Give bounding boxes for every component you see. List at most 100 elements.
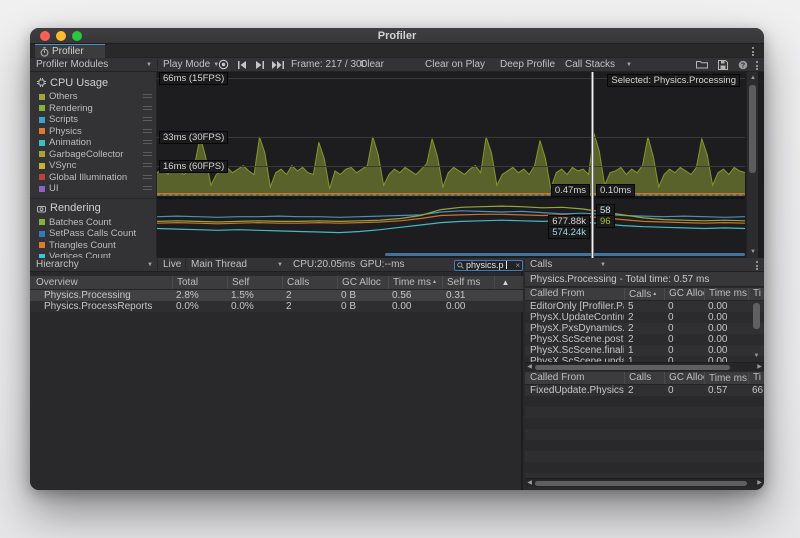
table-row[interactable]: Physics.ProcessReports 0.0% 0.0% 2 0 B 0… (30, 301, 523, 312)
deep-profile-toggle[interactable]: Deep Profile (500, 58, 555, 71)
col-total[interactable]: Total (172, 276, 227, 289)
tab-profiler[interactable]: Profiler (35, 44, 105, 58)
legend-item-global-illumination[interactable]: Global Illumination (30, 172, 156, 184)
scroll-left-icon[interactable]: ◀ (525, 479, 534, 487)
col-gc-alloc[interactable]: GC Alloc (664, 372, 704, 384)
module-rendering-header[interactable]: Rendering (30, 200, 156, 217)
help-button[interactable]: ? (738, 58, 748, 71)
legend-item-physics[interactable]: Physics (30, 126, 156, 138)
table-row[interactable]: FixedUpdate.PhysicsFixec 2 0 0.57 66 (525, 385, 764, 396)
drag-handle-icon[interactable] (143, 117, 152, 123)
col-time-pct[interactable]: Ti (748, 372, 764, 384)
drag-handle-icon[interactable] (143, 163, 152, 169)
hierarchy-table-header[interactable]: Overview Total Self Calls GC Alloc Time … (30, 276, 523, 290)
col-time-ms[interactable]: Time ms▴ (388, 276, 442, 289)
toolbar-menu-icon[interactable] (756, 61, 758, 70)
col-overview[interactable]: Overview (30, 276, 172, 289)
col-time-ms[interactable]: Time ms (704, 288, 748, 300)
selected-frame-line[interactable] (591, 72, 594, 258)
drag-handle-icon[interactable] (143, 140, 152, 146)
table-row[interactable]: PhysX.PxsDynamics.creat200.00 (525, 323, 764, 334)
scrollbar-thumb[interactable] (749, 85, 756, 173)
scrollbar-thumb[interactable] (535, 481, 747, 486)
col-self[interactable]: Self (227, 276, 282, 289)
clear-search-icon[interactable]: × (515, 261, 520, 270)
drag-handle-icon[interactable] (143, 152, 152, 158)
clear-label: Clear (360, 59, 384, 70)
scroll-up-icon[interactable]: ▲ (747, 73, 759, 83)
drag-handle-icon[interactable] (143, 186, 152, 192)
legend-item-scripts[interactable]: Scripts (30, 114, 156, 126)
legend-item-vertices-count[interactable]: Vertices Count (30, 251, 156, 258)
module-title: Rendering (50, 202, 101, 214)
drag-handle-icon[interactable] (143, 129, 152, 135)
col-calls[interactable]: Calls (624, 372, 664, 384)
scrollbar-thumb[interactable] (535, 365, 730, 370)
col-calls[interactable]: Calls▴ (624, 288, 664, 300)
scroll-down-icon[interactable]: ▼ (752, 353, 761, 359)
scroll-right-icon[interactable]: ▶ (755, 363, 764, 371)
col-gc-alloc[interactable]: GC Alloc (664, 288, 704, 300)
chart-range-scrollbar[interactable] (385, 253, 745, 256)
live-toggle[interactable]: Live (163, 258, 181, 271)
clear-on-play-toggle[interactable]: Clear on Play (425, 58, 485, 71)
col-self-ms[interactable]: Self ms (442, 276, 494, 289)
record-button[interactable] (218, 58, 229, 71)
legend-item-animation[interactable]: Animation (30, 137, 156, 149)
color-swatch (39, 94, 45, 100)
callers-table-header[interactable]: Called From Calls GC Alloc Time ms▴ Ti (525, 372, 764, 385)
details-view-dropdown[interactable]: Calls (530, 258, 552, 271)
next-frame-button[interactable] (255, 58, 265, 71)
called-from-h-scrollbar[interactable]: ◀ ▶ (525, 362, 764, 371)
scrollbar-thumb[interactable] (753, 303, 760, 329)
save-profile-button[interactable] (718, 58, 728, 71)
col-called-from[interactable]: Called From (525, 288, 624, 300)
legend-item-ui[interactable]: UI (30, 183, 156, 195)
details-menu-icon[interactable] (756, 261, 758, 270)
pane-menu-icon[interactable] (752, 47, 754, 56)
table-row[interactable]: PhysX.ScScene.finalizatic100.00 (525, 345, 764, 356)
charts-vertical-scrollbar[interactable]: ▲ ▼ (746, 72, 758, 258)
callers-h-scrollbar[interactable]: ◀ ▶ (525, 478, 764, 487)
legend-item-others[interactable]: Others (30, 91, 156, 103)
hierarchy-view-dropdown[interactable]: Hierarchy (36, 258, 79, 271)
call-stacks-dropdown[interactable]: Call Stacks (565, 58, 615, 71)
search-input[interactable]: physics.p × (454, 260, 523, 271)
legend-item-vsync[interactable]: VSync (30, 160, 156, 172)
scroll-left-icon[interactable]: ◀ (525, 363, 534, 371)
chevron-down-icon[interactable]: ▼ (626, 62, 632, 68)
legend-item-triangles-count[interactable]: Triangles Count (30, 240, 156, 252)
first-frame-button[interactable] (237, 58, 247, 71)
called-from-table-header[interactable]: Called From Calls▴ GC Alloc Time ms Ti (525, 288, 764, 301)
drag-handle-icon[interactable] (143, 106, 152, 112)
legend-item-setpass-calls-count[interactable]: SetPass Calls Count (30, 228, 156, 240)
col-called-from[interactable]: Called From (525, 372, 624, 384)
thread-dropdown[interactable]: Main Thread (191, 258, 247, 271)
rendering-chart[interactable] (157, 199, 745, 258)
legend-item-garbagecollector[interactable]: GarbageCollector (30, 149, 156, 161)
chevron-down-icon: ▼ (600, 262, 606, 268)
table-row[interactable]: Physics.Processing 2.8% 1.5% 2 0 B 0.56 … (30, 290, 523, 301)
scroll-down-icon[interactable]: ▼ (747, 247, 759, 257)
drag-handle-icon[interactable] (143, 175, 152, 181)
clear-button[interactable]: Clear (360, 58, 384, 71)
col-gc-alloc[interactable]: GC Alloc (337, 276, 388, 289)
col-time-ms[interactable]: Time ms▴ (704, 372, 748, 384)
cpu-usage-chart[interactable] (157, 72, 745, 197)
module-cpu-usage-header[interactable]: CPU Usage (30, 74, 156, 91)
profiler-modules-dropdown[interactable]: Profiler Modules (36, 58, 108, 71)
table-row[interactable]: PhysX.UpdateContinuatio200.00 (525, 312, 764, 323)
warnings-column-icon[interactable]: ▲ (494, 276, 512, 289)
drag-handle-icon[interactable] (143, 94, 152, 100)
col-time-pct[interactable]: Ti (748, 288, 764, 300)
legend-item-batches-count[interactable]: Batches Count (30, 217, 156, 229)
table-row[interactable]: PhysX.ScScene.postSolve200.00 (525, 334, 764, 345)
load-profile-button[interactable] (696, 58, 708, 71)
chart-plot-area[interactable]: 66ms (15FPS) 33ms (30FPS) 16ms (60FPS) S… (157, 72, 746, 258)
play-mode-dropdown[interactable]: Play Mode▼ (163, 58, 219, 71)
current-frame-button[interactable] (272, 58, 285, 71)
legend-item-rendering[interactable]: Rendering (30, 103, 156, 115)
col-calls[interactable]: Calls (282, 276, 337, 289)
table-row[interactable]: EditorOnly [Profiler.ParseT500.00 (525, 301, 764, 312)
scroll-right-icon[interactable]: ▶ (755, 479, 764, 487)
